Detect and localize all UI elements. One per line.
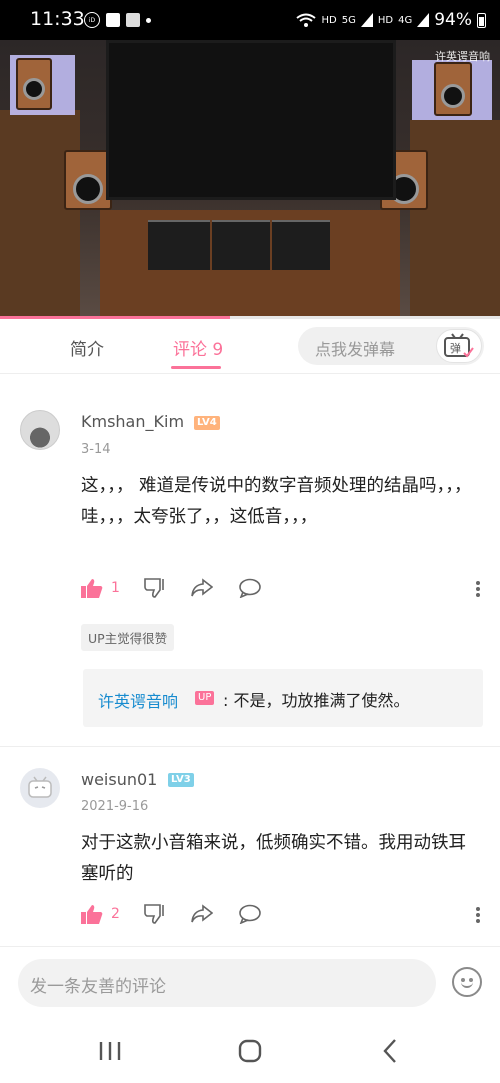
hd-label-2: HD [377,14,394,26]
avatar[interactable] [20,410,60,450]
system-nav-bar [0,1021,500,1083]
comment-actions: 2 [81,904,481,928]
comment-item: Kmshan_Kim LV4 3-14 这，，， 难道是传说中的数字音频处理的结… [0,374,500,746]
dislike-button[interactable] [144,904,166,924]
comment-actions: 1 [81,578,481,602]
share-icon [191,578,213,597]
dislike-button[interactable] [144,578,166,598]
reply-author[interactable]: 许英谔音响 [98,688,178,712]
up-badge: UP [195,691,215,705]
thumbs-up-icon [81,905,103,924]
notification-icons: iD [84,12,151,28]
more-vertical-icon [476,907,480,923]
avatar[interactable] [20,768,60,808]
tab-comments[interactable]: 评论 9 [173,335,223,360]
thumbs-up-icon [81,579,103,598]
comment-date: 2021-9-16 [81,799,149,814]
status-bar: 11:33 iD HD 5G HD 4G 94% [0,0,500,40]
comment-bubble-icon [239,904,261,924]
tab-intro[interactable]: 简介 [70,335,104,360]
signal-icon-2 [417,13,430,27]
danmaku-placeholder: 点我发弹幕 [315,340,396,359]
comment-date: 3-14 [81,442,111,457]
thumbs-down-icon [144,904,164,924]
tab-bar: 简介 评论 9 点我发弹幕 弹 [0,319,500,374]
tv-screen [106,40,396,200]
home-icon [238,1039,262,1063]
battery-icon [477,12,486,28]
left-bookshelf-speaker [64,150,112,210]
comment-input-placeholder: 发一条友善的评论 [30,977,166,997]
share-icon [191,904,213,923]
like-button[interactable]: 2 [81,904,120,924]
network-4g-label: 4G [398,14,413,26]
danmaku-icon-text: 弹 [450,341,461,355]
more-options-button[interactable] [475,906,481,928]
comment-username[interactable]: Kmshan_Kim [81,412,184,431]
app-notification-icon: iD [84,12,100,28]
comment-item: weisun01 LV3 2021-9-16 对于这款小音箱来说，低频确实不错。… [0,746,500,946]
recent-apps-button[interactable] [95,1037,125,1065]
reply-text: : 不是，功放推满了使然。 [223,691,410,710]
comment-input-bar: 发一条友善的评论 [0,946,500,1021]
thumbs-down-icon [144,578,164,598]
photo-icon [126,13,140,27]
share-button[interactable] [191,904,213,924]
amplifier-center [212,220,270,270]
left-top-speaker [16,58,52,110]
battery-percent: 94% [434,10,472,30]
back-button[interactable] [375,1037,405,1065]
amplifier-left [148,220,210,270]
recent-apps-icon [99,1042,121,1060]
more-options-button[interactable] [475,580,481,602]
like-button[interactable]: 1 [81,578,120,598]
level-badge: LV3 [168,773,194,787]
level-badge: LV4 [194,416,220,430]
system-icons: HD 5G HD 4G 94% [296,10,486,30]
channel-watermark: 许英谔音响 [435,50,490,63]
danmaku-input[interactable]: 点我发弹幕 弹 [298,327,484,365]
signal-icon [360,13,373,27]
right-top-speaker [434,62,472,116]
share-button[interactable] [191,578,213,598]
home-button[interactable] [235,1037,265,1065]
up-liked-tag: UP主觉得很赞 [81,624,175,651]
left-cabinet [0,110,80,316]
comment-text: 这，，， 难道是传说中的数字音频处理的结晶吗，，，哇，，，太夸张了，，这低音，，… [81,476,472,527]
reply-preview[interactable]: 许英谔音响 UP : 不是，功放推满了使然。 [83,669,483,727]
emoji-icon[interactable] [452,967,482,997]
reply-button[interactable] [238,904,262,924]
shopping-bag-icon [106,13,120,27]
danmaku-icon: 弹 [444,333,474,358]
like-count: 1 [111,580,120,596]
amplifier-right [272,220,330,270]
more-notifications-dot [146,17,151,23]
video-player[interactable]: 许英谔音响 [0,40,500,316]
tab-active-indicator [171,366,221,369]
network-5g-label: 5G [341,14,356,26]
comment-username[interactable]: weisun01 [81,770,157,789]
default-avatar-icon [28,776,52,798]
comment-text: 对于这款小音箱来说，低频确实不错。我用动铁耳塞听的 [81,833,466,884]
clock: 11:33 [30,8,85,30]
like-count: 2 [111,906,120,922]
danmaku-toggle-button[interactable]: 弹 [436,329,482,363]
more-vertical-icon [476,581,480,597]
wifi-icon [296,13,317,27]
hd-label: HD [321,14,337,26]
comment-input[interactable]: 发一条友善的评论 [18,959,436,1007]
back-icon [383,1039,396,1063]
comment-bubble-icon [239,578,261,598]
reply-button[interactable] [238,578,262,598]
